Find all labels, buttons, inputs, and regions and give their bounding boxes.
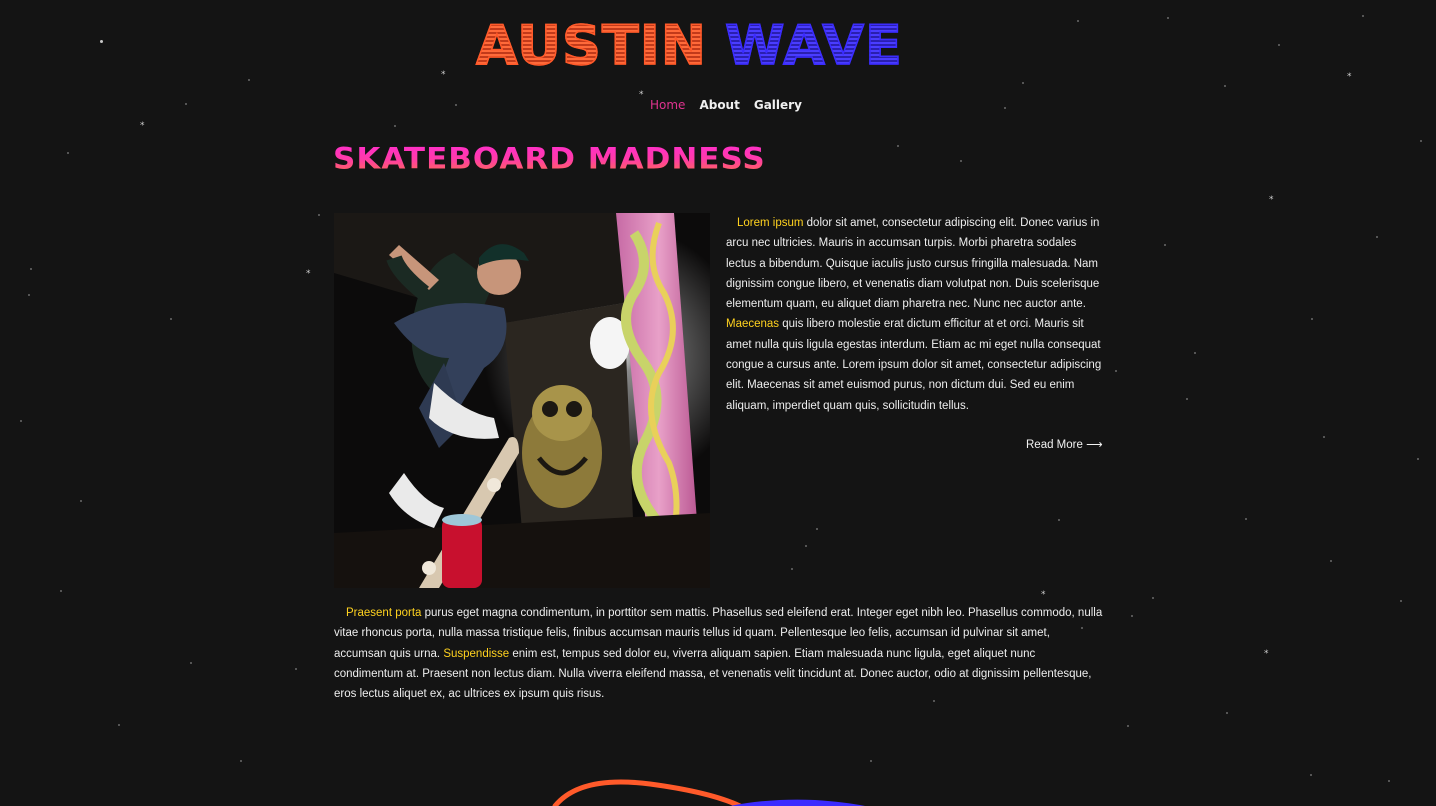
highlight-suspendisse: Suspendisse [443,647,510,660]
star [100,40,103,43]
star [1362,15,1364,17]
star [170,318,172,320]
star [394,125,396,127]
star [1226,712,1228,714]
post-title: SKATEBOARD MADNESS [333,141,766,177]
star: * [140,121,145,131]
star [870,760,872,762]
star [80,500,82,502]
star [1194,352,1196,354]
star [1058,519,1060,521]
paragraph-1-text-a: dolor sit amet, consectetur adipiscing e… [726,217,1100,311]
star [1224,85,1226,87]
star [1167,17,1169,19]
star [1127,725,1129,727]
star [67,152,69,154]
star: * [639,90,644,100]
highlight-praesent-porta: Praesent porta [346,607,422,619]
star [30,268,32,270]
main-nav: Home About Gallery [650,98,802,112]
star: * [1347,72,1352,82]
star [1420,140,1422,142]
logo-word-wave: WAVE [724,14,903,77]
star [118,724,120,726]
star [28,294,30,296]
star [190,662,192,664]
star [1400,600,1402,602]
post-paragraph-2: Praesent porta purus eget magna condimen… [334,603,1104,704]
star [897,145,899,147]
star [1388,780,1390,782]
star [1152,597,1154,599]
star [1330,560,1332,562]
star [248,79,250,81]
star [960,160,962,162]
star [1310,774,1312,776]
star [1004,107,1006,109]
skateboarder-photo [334,213,710,588]
star [20,420,22,422]
skateboarder-illustration [334,213,710,588]
star [791,568,793,570]
star: * [306,269,311,279]
star [295,668,297,670]
star [805,545,807,547]
star: * [1041,590,1046,600]
star [60,590,62,592]
logo-word-austin: AUSTIN [475,14,707,77]
star [816,528,818,530]
star [1417,458,1419,460]
star [1278,44,1280,46]
star [1323,436,1325,438]
star: * [1264,649,1269,659]
star [1376,236,1378,238]
star [1245,518,1247,520]
paragraph-1-text-b: quis libero molestie erat dictum efficit… [726,318,1102,412]
nav-item-home[interactable]: Home [650,98,685,112]
star: * [1269,195,1274,205]
highlight-lorem-ipsum: Lorem ipsum [737,217,804,229]
star [1077,20,1079,22]
star [1131,615,1133,617]
read-more-link[interactable]: Read More ⟶ [1026,437,1103,451]
site-logo[interactable]: AUSTIN WAVE [475,14,962,77]
highlight-maecenas: Maecenas [726,318,780,331]
nav-item-about[interactable]: About [699,98,739,112]
post-paragraph-1: Lorem ipsum dolor sit amet, consectetur … [726,213,1102,416]
star [240,760,242,762]
star [318,214,320,216]
nav-item-gallery[interactable]: Gallery [754,98,802,112]
star [1022,82,1024,84]
star [1186,398,1188,400]
star: * [441,70,446,80]
star [1115,370,1117,372]
star [185,103,187,105]
star [1311,318,1313,320]
star [1164,244,1166,246]
decorative-swoosh [552,779,865,806]
star [455,104,457,106]
